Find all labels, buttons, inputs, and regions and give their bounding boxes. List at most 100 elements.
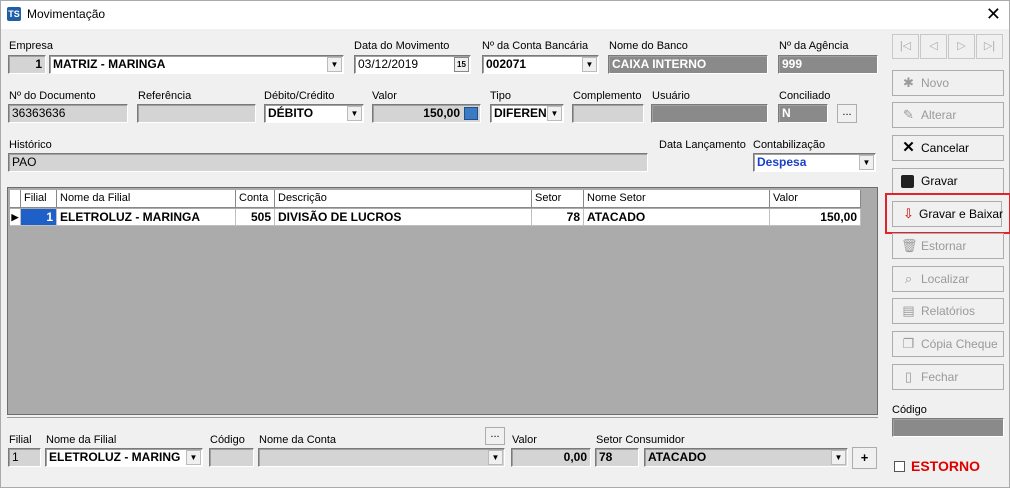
chevron-down-icon[interactable]: ▼ (327, 57, 342, 72)
setor-consumidor-code-field[interactable]: 78 (595, 448, 639, 467)
cell-descricao[interactable]: DIVISÃO DE LUCROS (275, 209, 532, 226)
grid-header-setor[interactable]: Setor (532, 190, 584, 208)
valor-field[interactable]: 150,00 (372, 104, 481, 123)
nome-conta-ellipsis-button[interactable]: ... (485, 427, 505, 445)
bottom-codigo-label: Código (210, 434, 245, 446)
bottom-nome-conta-label: Nome da Conta (259, 434, 337, 446)
chevron-down-icon[interactable]: ▼ (547, 106, 562, 121)
cell-setor[interactable]: 78 (532, 209, 584, 226)
add-button[interactable]: + (852, 447, 877, 469)
data-movimento-field[interactable]: 03/12/2019 15 (354, 55, 471, 74)
cell-filial[interactable]: 1 (21, 209, 57, 226)
conta-bancaria-select[interactable]: 002071 ▼ (482, 55, 599, 74)
bottom-valor-field[interactable]: 0,00 (511, 448, 591, 467)
new-icon: ✱ (903, 75, 914, 90)
complemento-label: Complemento (573, 90, 642, 102)
nav-prev-button[interactable]: ◁ (920, 34, 947, 59)
bottom-codigo-field[interactable] (209, 448, 254, 467)
conta-bancaria-value: 002071 (486, 57, 527, 71)
cell-conta[interactable]: 505 (236, 209, 275, 226)
bottom-nome-filial-select[interactable]: ELETROLUZ - MARING ▼ (45, 448, 203, 467)
x-icon: ✕ (902, 139, 915, 156)
setor-consumidor-value: ATACADO (648, 450, 707, 464)
data-movimento-label: Data do Movimento (354, 40, 450, 52)
localizar-button[interactable]: ⌕ Localizar (892, 266, 1004, 292)
fechar-label: Fechar (921, 370, 959, 384)
title-bar: TS Movimentação ✕ (1, 1, 1009, 29)
side-codigo-label: Código (892, 404, 927, 416)
novo-button[interactable]: ✱ Novo (892, 70, 1004, 96)
chevron-down-icon[interactable]: ▼ (186, 450, 201, 465)
divider (7, 417, 878, 418)
copia-cheque-button[interactable]: ❐ Cópia Cheque (892, 331, 1004, 357)
setor-consumidor-label: Setor Consumidor (596, 434, 685, 446)
documento-field[interactable]: 36363636 (8, 104, 128, 123)
debito-credito-select[interactable]: DÉBITO ▼ (264, 104, 364, 123)
conciliado-label: Conciliado (779, 90, 831, 102)
copy-icon: ❐ (902, 336, 915, 351)
tipo-select[interactable]: DIFEREN ▼ (490, 104, 564, 123)
chevron-down-icon[interactable]: ▼ (859, 155, 874, 170)
usuario-field (651, 104, 768, 123)
edit-icon: ✎ (903, 107, 914, 122)
empresa-code-field[interactable]: 1 (8, 55, 46, 74)
referencia-field[interactable] (137, 104, 256, 123)
historico-field[interactable]: PAO (8, 153, 648, 172)
estorno-label: ESTORNO (911, 458, 980, 474)
referencia-label: Referência (138, 90, 192, 102)
chevron-down-icon[interactable]: ▼ (831, 450, 846, 465)
data-movimento-value: 03/12/2019 (358, 57, 419, 71)
fechar-button[interactable]: ▯ Fechar (892, 364, 1004, 390)
bottom-filial-field[interactable]: 1 (8, 448, 41, 467)
gravar-button[interactable]: Gravar (892, 168, 1004, 194)
alterar-button[interactable]: ✎ Alterar (892, 102, 1004, 128)
cell-nome-setor[interactable]: ATACADO (584, 209, 770, 226)
localizar-label: Localizar (921, 272, 970, 286)
close-icon[interactable]: ✕ (986, 4, 1001, 24)
empresa-select[interactable]: MATRIZ - MARINGA ▼ (49, 55, 344, 74)
documento-label: Nº do Documento (9, 90, 96, 102)
nav-last-button[interactable]: ▷| (976, 34, 1003, 59)
app-icon: TS (7, 7, 21, 21)
bottom-valor-label: Valor (512, 434, 537, 446)
side-codigo-field (892, 418, 1004, 437)
conciliado-ellipsis-button[interactable]: ... (837, 104, 857, 123)
relatorios-button[interactable]: ▤ Relatórios (892, 298, 1004, 324)
contabilizacao-label: Contabilização (753, 139, 826, 151)
bottom-nome-conta-select[interactable]: ▼ (258, 448, 505, 467)
chevron-down-icon[interactable]: ▼ (582, 57, 597, 72)
printer-icon: ▤ (902, 303, 915, 318)
grid-header-conta[interactable]: Conta (236, 190, 275, 208)
nav-next-button[interactable]: ▷ (948, 34, 975, 59)
chevron-down-icon[interactable]: ▼ (347, 106, 362, 121)
nav-first-button[interactable]: |◁ (892, 34, 919, 59)
grid-header-nome-setor[interactable]: Nome Setor (584, 190, 770, 208)
grid-header-nome-filial[interactable]: Nome da Filial (57, 190, 236, 208)
movimento-grid[interactable]: Filial Nome da Filial Conta Descrição Se… (7, 187, 878, 415)
contabilizacao-select[interactable]: Despesa ▼ (753, 153, 876, 172)
bottom-nome-filial-label: Nome da Filial (46, 434, 117, 446)
estornar-button[interactable]: 🗑 Estornar (892, 233, 1004, 259)
grid-header-valor[interactable]: Valor (770, 190, 861, 208)
cancelar-button[interactable]: ✕ Cancelar (892, 135, 1004, 161)
estorno-checkbox[interactable] (894, 461, 905, 472)
door-icon: ▯ (904, 369, 913, 384)
highlight-box (885, 193, 1010, 234)
chevron-down-icon[interactable]: ▼ (488, 450, 503, 465)
cell-nome-filial[interactable]: ELETROLUZ - MARINGA (57, 209, 236, 226)
nome-banco-field: CAIXA INTERNO (608, 55, 768, 74)
magnifier-icon: ⌕ (904, 271, 913, 286)
novo-label: Novo (921, 76, 950, 90)
calculator-icon[interactable] (464, 107, 478, 120)
conta-bancaria-label: Nº da Conta Bancária (482, 40, 589, 52)
calendar-icon[interactable]: 15 (454, 57, 469, 72)
gravar-label: Gravar (921, 174, 958, 188)
bottom-filial-label: Filial (9, 434, 32, 446)
grid-header-filial[interactable]: Filial (21, 190, 57, 208)
grid-header-descricao[interactable]: Descrição (275, 190, 532, 208)
conciliado-field: N (778, 104, 828, 123)
nome-banco-label: Nome do Banco (609, 40, 688, 52)
complemento-field[interactable] (572, 104, 644, 123)
cell-valor[interactable]: 150,00 (770, 209, 861, 226)
setor-consumidor-select[interactable]: ATACADO ▼ (644, 448, 848, 467)
